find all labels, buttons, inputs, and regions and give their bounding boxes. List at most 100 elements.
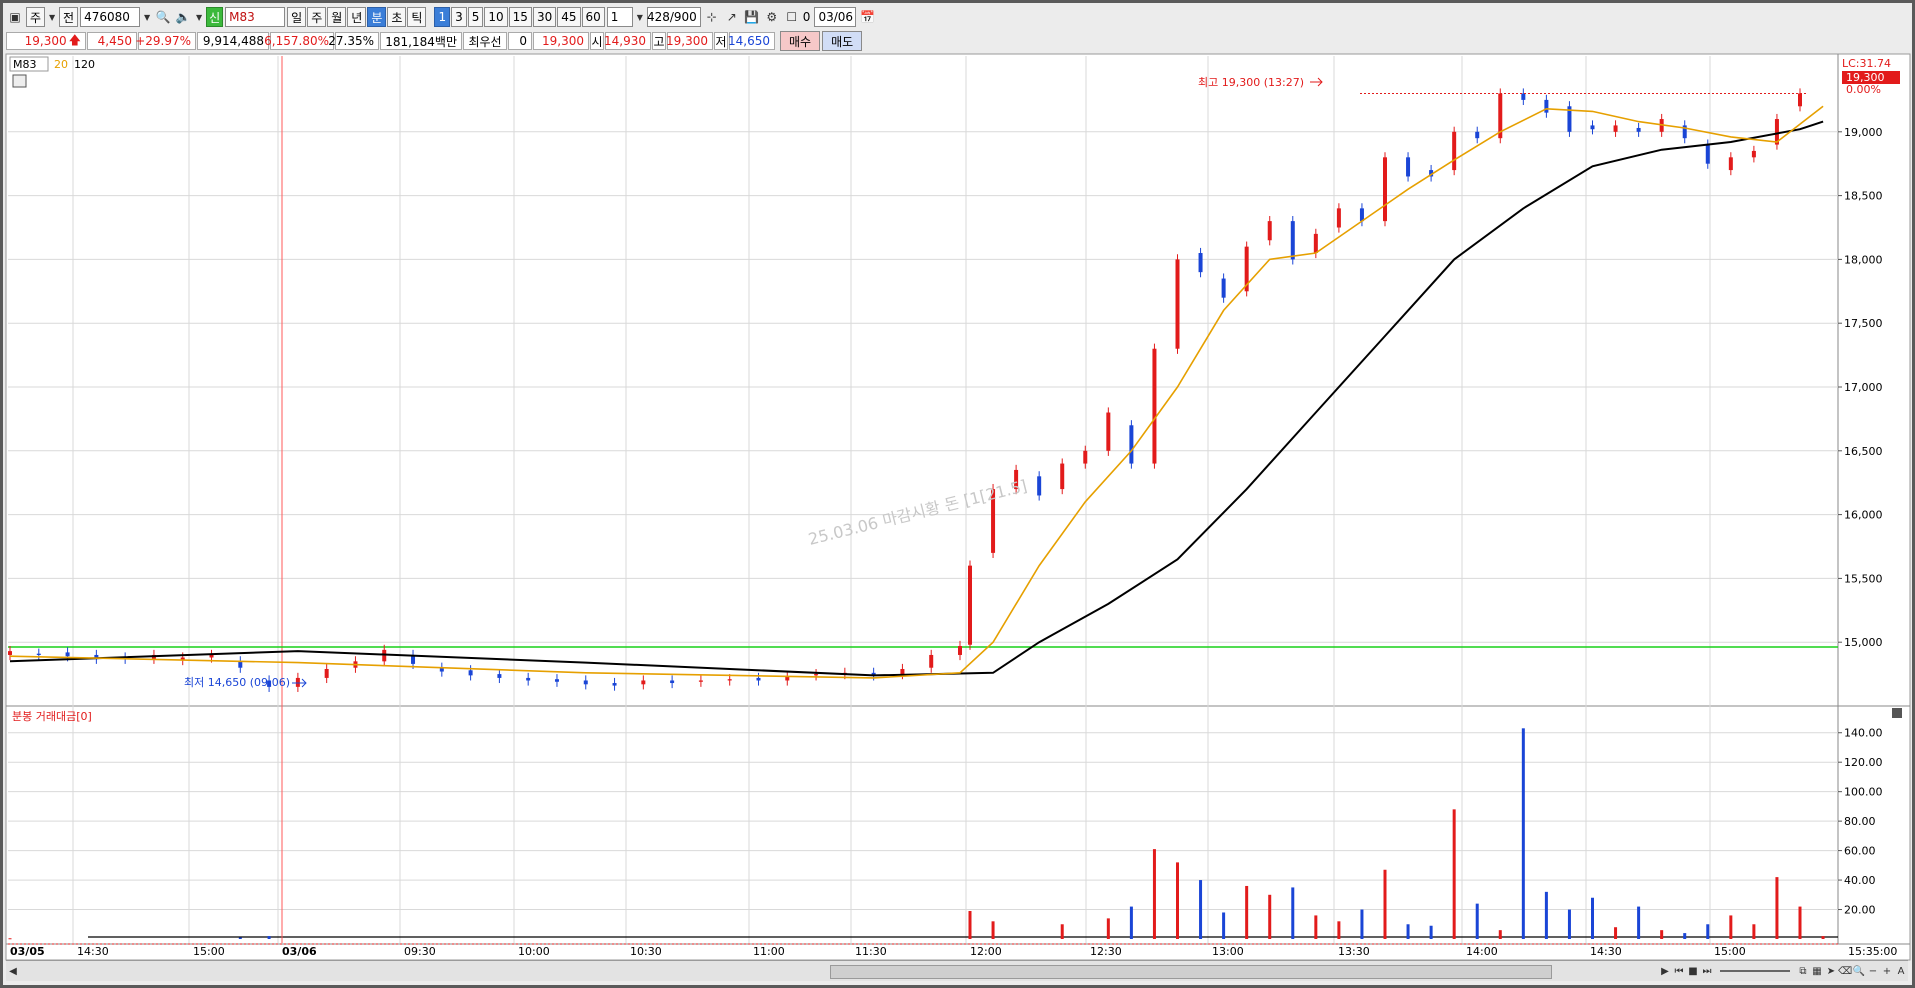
volume-bar [1798, 906, 1802, 939]
eraser-icon[interactable]: ⌫ [1838, 963, 1852, 979]
candle-body [1521, 93, 1526, 100]
volume-bar [968, 911, 972, 939]
candle-body [1636, 127, 1641, 132]
time-label: 14:00 [1466, 945, 1498, 958]
candle-body [900, 668, 905, 675]
volume-bar [238, 937, 242, 939]
grid-icon[interactable]: ▦ [1810, 963, 1824, 979]
volume-bar [1337, 921, 1341, 939]
volume-bar [1429, 925, 1433, 939]
candle-body [1083, 450, 1088, 464]
legend-ma120: 120 [74, 58, 95, 71]
volume-bar [1706, 924, 1710, 939]
volume-bar [1129, 906, 1133, 939]
candle-body [1129, 425, 1134, 464]
volume-bar [1383, 869, 1387, 939]
price-chart[interactable]: 19,000 18,500 18,000 17,500 17,000 16,500 16,0… [0, 0, 1915, 988]
candle-body [1267, 221, 1272, 241]
table-icon [12, 74, 27, 88]
volume-bar [1475, 903, 1479, 939]
stop-icon[interactable]: ■ [1686, 963, 1700, 979]
time-label: 13:30 [1338, 945, 1370, 958]
time-label: 14:30 [1590, 945, 1622, 958]
candle-body [1798, 93, 1802, 107]
rewind-icon[interactable]: ⏮ [1672, 963, 1686, 979]
volume-bar [1452, 809, 1456, 939]
candle-body [814, 674, 819, 676]
candle-body [785, 676, 790, 681]
zoom-icon[interactable]: 🔍 [1852, 963, 1866, 979]
volume-bar [1614, 927, 1618, 939]
time-label: 15:00 [1714, 945, 1746, 958]
candle-body [1475, 131, 1480, 139]
time-label: 03/06 [282, 945, 317, 958]
volume-tick-label: 140.00 [1844, 727, 1883, 740]
scroll-track[interactable] [20, 964, 1658, 979]
candle-body [324, 668, 329, 678]
time-label: 12:00 [970, 945, 1002, 958]
time-label: 13:00 [1212, 945, 1244, 958]
candle-body [756, 677, 761, 681]
candle-body [641, 680, 646, 685]
font-size-icon[interactable]: A [1894, 963, 1908, 979]
volume-bar [1567, 909, 1571, 939]
volume-bar [1291, 887, 1295, 939]
scroll-thumb[interactable] [830, 965, 1552, 979]
candle-body [1152, 348, 1157, 464]
time-label: 14:30 [77, 945, 109, 958]
time-label: 11:00 [753, 945, 785, 958]
candle-body [1613, 125, 1618, 132]
time-label: 11:30 [855, 945, 887, 958]
candle-body [612, 683, 617, 686]
time-label: 10:00 [518, 945, 550, 958]
fast-forward-icon[interactable]: ⏭ [1700, 963, 1714, 979]
candle-body [1037, 476, 1042, 496]
volume-bar [1521, 728, 1525, 939]
candle-body [958, 646, 962, 655]
minus-icon[interactable]: − [1866, 963, 1880, 979]
volume-bar [1176, 862, 1179, 939]
horizontal-scrollbar[interactable]: ◀ ▶ ⏮ ■ ⏭ ⧉ ▦ ➤ ⌫ 🔍 − + A [6, 960, 1908, 981]
volume-bar [1152, 849, 1156, 939]
plus-icon[interactable]: + [1880, 963, 1894, 979]
volume-tick-label: 100.00 [1844, 786, 1883, 799]
volume-bar [1406, 924, 1410, 939]
scroll-right-icon[interactable]: ▶ [1658, 963, 1672, 979]
candle-body [1221, 278, 1226, 298]
volume-bar [1106, 918, 1110, 939]
volume-bar [1060, 924, 1064, 939]
time-label: 09:30 [404, 945, 436, 958]
price-tick-label: 18,000 [1844, 253, 1883, 266]
panel-menu-icon [1892, 708, 1902, 718]
price-tick-label: 16,000 [1844, 509, 1883, 522]
volume-bar [1314, 915, 1318, 939]
candle-body [1290, 221, 1295, 260]
scroll-left-icon[interactable]: ◀ [6, 963, 20, 979]
price-tick-label: 17,000 [1844, 381, 1883, 394]
candle-body [1751, 150, 1756, 158]
candle-body [1198, 253, 1203, 273]
candle-body [1544, 99, 1549, 113]
price-tick-label: 18,500 [1844, 190, 1883, 203]
zoom-slider[interactable] [1720, 970, 1790, 972]
candle-body [36, 653, 41, 655]
pointer-icon[interactable]: ➤ [1824, 963, 1838, 979]
volume-bar [1360, 909, 1364, 939]
candle-body [1313, 233, 1318, 254]
volume-panel-title: 분봉 거래대금[0] [12, 710, 92, 723]
candle-body [583, 680, 588, 685]
volume-bar [1268, 894, 1272, 939]
volume-bar [1729, 915, 1733, 939]
volume-tick-label: 80.00 [1844, 815, 1876, 828]
candle-body [1383, 157, 1387, 222]
volume-tick-label: 60.00 [1844, 845, 1876, 858]
candle-body [238, 661, 243, 668]
volume-bar [1637, 906, 1641, 939]
volume-tick-label: 40.00 [1844, 874, 1876, 887]
volume-bar [1660, 930, 1664, 939]
layout-icon[interactable]: ⧉ [1796, 963, 1810, 979]
candle-body [1336, 208, 1341, 228]
volume-bar [1544, 891, 1548, 939]
low-annotation: 최저 14,650 (09:06) [184, 676, 290, 689]
time-label: 10:30 [630, 945, 662, 958]
